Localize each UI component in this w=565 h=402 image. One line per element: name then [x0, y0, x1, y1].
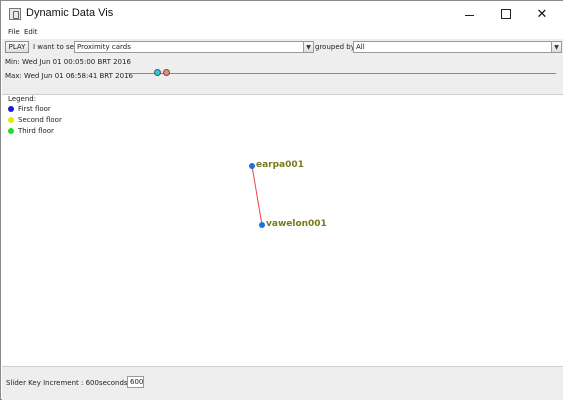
control-panel: PLAY I want to see: Proximity cards ▼ gr… [2, 39, 563, 95]
graph-node[interactable] [249, 163, 255, 169]
minimize-button[interactable] [451, 1, 487, 27]
window-title: Dynamic Data Vis [26, 7, 114, 19]
menu-edit[interactable]: Edit [24, 28, 38, 36]
data-type-select[interactable]: Proximity cards ▼ [74, 41, 314, 53]
maximize-button[interactable] [488, 1, 524, 27]
app-window: Dynamic Data Vis ✕ File Edit PLAY I want… [0, 0, 564, 400]
increment-label: Slider Key Increment : 600seconds [6, 379, 128, 387]
proximity-edge [251, 165, 263, 226]
time-range-slider[interactable] [127, 73, 556, 74]
graph-edges [251, 165, 263, 226]
min-time-label: Min: Wed Jun 01 00:05:00 BRT 2016 [5, 58, 131, 66]
java-app-icon [9, 8, 21, 20]
play-button[interactable]: PLAY [5, 41, 29, 53]
graph-node[interactable] [259, 222, 265, 228]
title-bar: Dynamic Data Vis ✕ [1, 1, 564, 27]
maximize-icon [501, 9, 511, 19]
menu-bar: File Edit [2, 27, 563, 39]
status-bar: Slider Key Increment : 600seconds 600 [2, 366, 563, 400]
close-button[interactable]: ✕ [524, 1, 560, 27]
menu-file[interactable]: File [8, 28, 20, 36]
graph-canvas[interactable]: Legend: First floor Second floor Third f… [2, 95, 563, 366]
node-label: earpa001 [256, 160, 304, 170]
data-type-value: Proximity cards [77, 43, 131, 51]
grouped-label: grouped by: [315, 43, 357, 51]
increment-input[interactable]: 600 [127, 376, 144, 388]
slider-min-handle[interactable] [154, 69, 161, 76]
slider-max-handle[interactable] [163, 69, 170, 76]
max-time-label: Max: Wed Jun 01 06:58:41 BRT 2016 [5, 72, 133, 80]
node-label: vawelon001 [266, 219, 327, 229]
group-by-value: All [356, 43, 365, 51]
chevron-down-icon: ▼ [551, 42, 561, 52]
group-by-select[interactable]: All ▼ [353, 41, 562, 53]
minimize-icon [464, 14, 474, 16]
close-icon: ✕ [536, 6, 548, 22]
chevron-down-icon: ▼ [303, 42, 313, 52]
